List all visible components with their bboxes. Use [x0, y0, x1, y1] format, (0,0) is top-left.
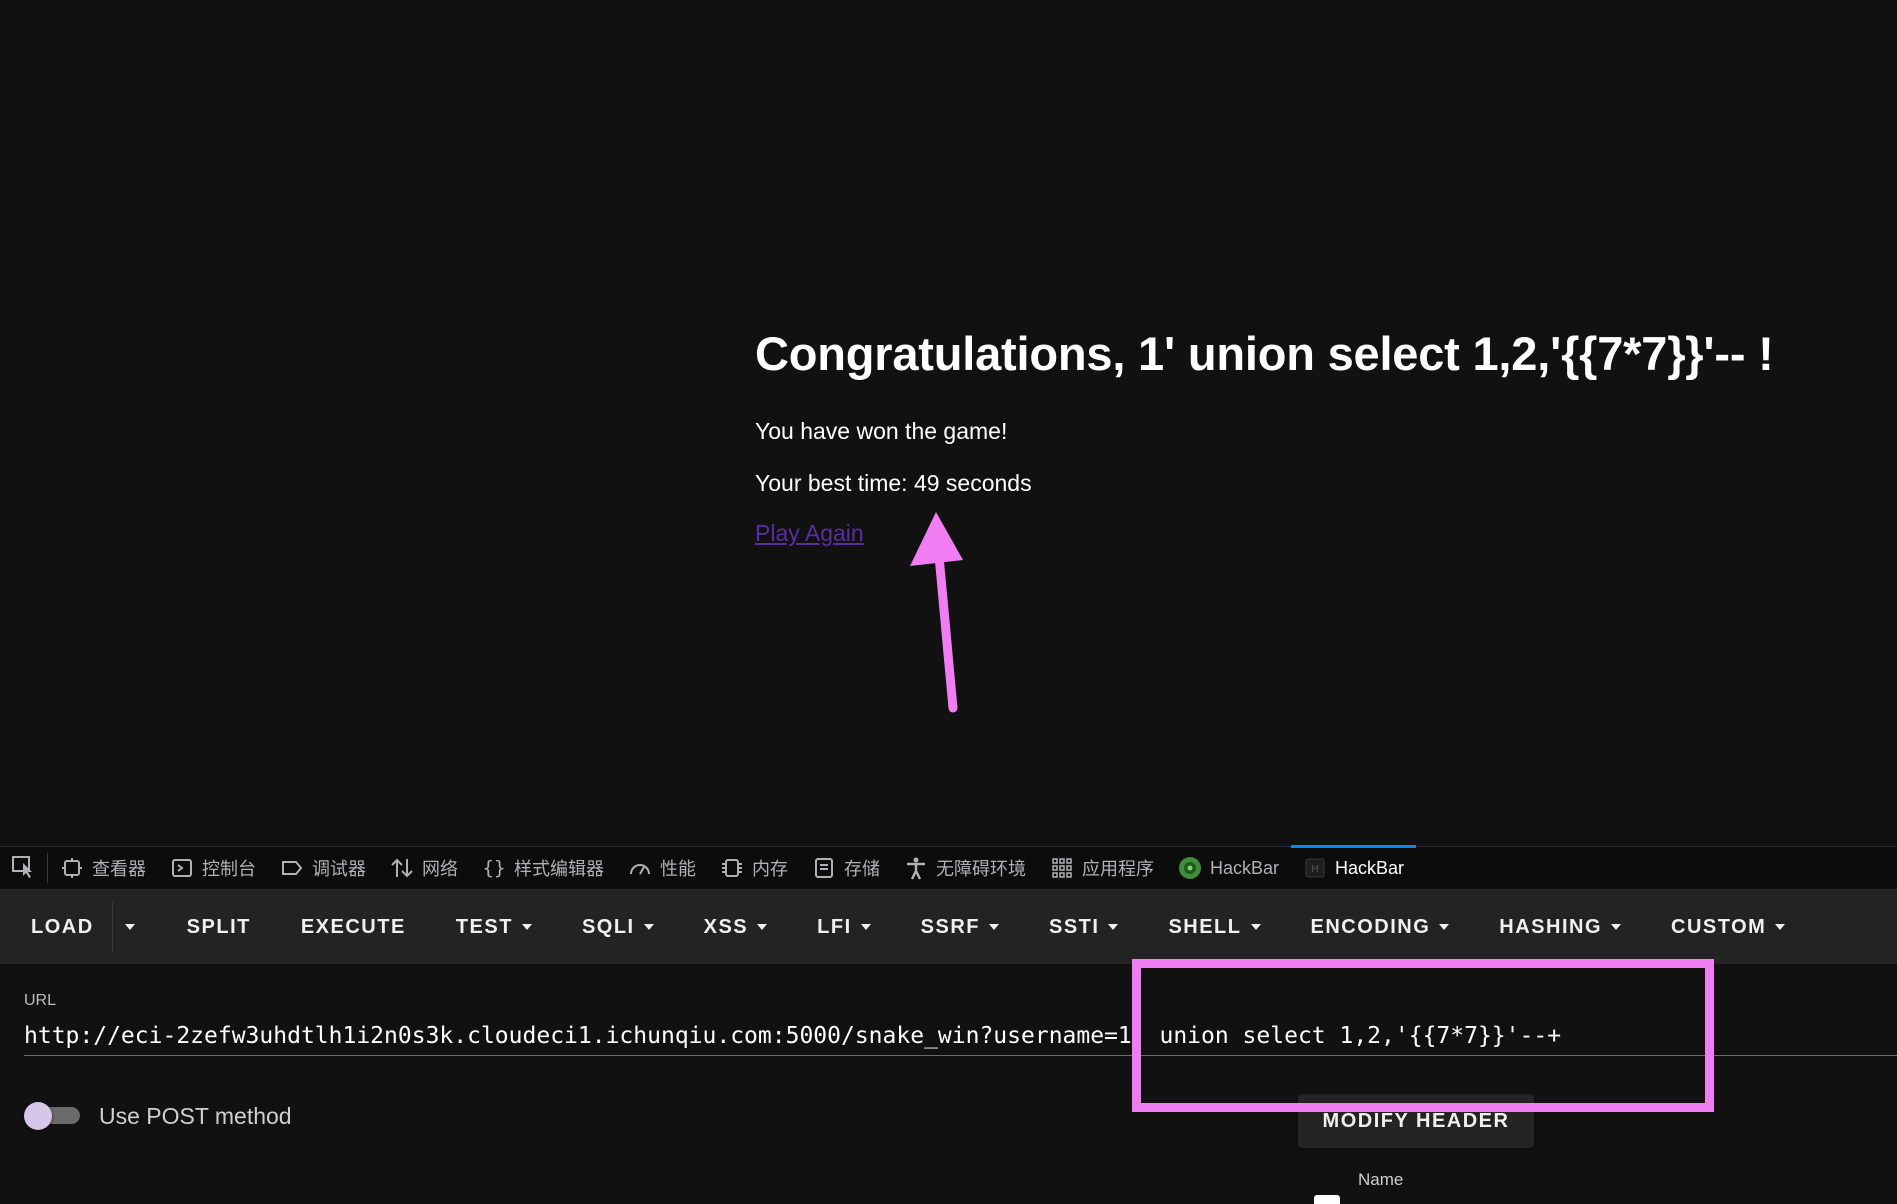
header-select-checkbox[interactable] — [1314, 1195, 1340, 1204]
test-menu-button[interactable]: TEST — [438, 890, 550, 964]
hackbar-toolbar: LOAD SPLIT EXECUTE TEST SQLI XSS LFI SSR… — [0, 890, 1897, 964]
chevron-down-icon — [860, 924, 871, 930]
sqli-menu-button[interactable]: SQLI — [564, 890, 672, 964]
ssti-menu-button[interactable]: SSTI — [1031, 890, 1136, 964]
tab-label: 性能 — [660, 859, 696, 879]
tab-label: 存储 — [844, 859, 880, 879]
storage-icon — [812, 856, 836, 880]
tab-label: 控制台 — [202, 859, 256, 879]
element-picker-button[interactable] — [0, 853, 48, 883]
tab-label: 网络 — [422, 859, 458, 879]
tab-label: 查看器 — [92, 859, 146, 879]
ssrf-menu-button[interactable]: SSRF — [903, 890, 1017, 964]
lfi-menu-button[interactable]: LFI — [799, 890, 889, 964]
tab-network[interactable]: 网络 — [378, 846, 470, 890]
tab-label: 内存 — [752, 859, 788, 879]
performance-icon — [628, 856, 652, 880]
tab-label: HackBar — [1210, 857, 1280, 878]
tab-label: 无障碍环境 — [936, 859, 1026, 879]
console-icon — [170, 856, 194, 880]
chevron-down-icon — [1250, 924, 1261, 930]
toggle-thumb — [24, 1102, 52, 1130]
web-content: Congratulations, 1' union select 1,2,'{{… — [0, 0, 1897, 846]
tab-performance[interactable]: 性能 — [616, 846, 708, 890]
style-editor-icon: {} — [482, 857, 506, 879]
network-icon — [390, 856, 414, 880]
tab-label: 应用程序 — [1082, 859, 1154, 879]
load-dropdown-button[interactable] — [111, 902, 147, 952]
tab-label: 样式编辑器 — [514, 859, 604, 879]
url-label: URL — [24, 992, 57, 1009]
chevron-down-icon — [643, 924, 654, 930]
custom-menu-button[interactable]: CUSTOM — [1653, 890, 1803, 964]
won-message: You have won the game! — [755, 418, 1008, 444]
tab-console[interactable]: 控制台 — [158, 846, 268, 890]
tab-inspector[interactable]: 查看器 — [48, 846, 158, 890]
play-again-link[interactable]: Play Again — [755, 520, 864, 547]
modify-header-button[interactable]: MODIFY HEADER — [1298, 1094, 1534, 1148]
browser-window: Congratulations, 1' union select 1,2,'{{… — [0, 0, 1897, 1204]
chevron-down-icon — [521, 924, 532, 930]
chevron-down-icon — [1775, 924, 1786, 930]
tab-style-editor[interactable]: {} 样式编辑器 — [470, 846, 616, 890]
chevron-down-icon — [757, 924, 768, 930]
tab-memory[interactable]: 内存 — [708, 846, 800, 890]
header-name-label: Name — [1358, 1170, 1404, 1189]
chevron-down-icon — [1108, 924, 1119, 930]
tab-hackbar-1[interactable]: HackBar — [1166, 846, 1291, 890]
chevron-down-icon — [1439, 924, 1450, 930]
execute-button[interactable]: EXECUTE — [283, 890, 424, 964]
accessibility-icon — [904, 856, 928, 880]
chevron-down-icon — [988, 924, 999, 930]
split-button[interactable]: SPLIT — [169, 890, 269, 964]
debugger-icon — [280, 856, 304, 880]
svg-text:H: H — [1311, 864, 1319, 875]
hashing-menu-button[interactable]: HASHING — [1481, 890, 1639, 964]
post-method-toggle[interactable] — [24, 1102, 80, 1130]
hackbar-green-icon — [1178, 856, 1202, 880]
load-button[interactable]: LOAD — [13, 890, 112, 964]
page-title: Congratulations, 1' union select 1,2,'{{… — [755, 327, 1774, 380]
encoding-menu-button[interactable]: ENCODING — [1293, 890, 1468, 964]
hackbar-dark-icon: H — [1303, 856, 1327, 880]
hackbar-body: URL http://eci-2zefw3uhdtlh1i2n0s3k.clou… — [0, 964, 1897, 1204]
tab-application[interactable]: 应用程序 — [1038, 846, 1166, 890]
tab-accessibility[interactable]: 无障碍环境 — [892, 846, 1038, 890]
post-method-label: Use POST method — [99, 1103, 292, 1129]
tab-debugger[interactable]: 调试器 — [268, 846, 378, 890]
devtools-tab-bar: 查看器 控制台 调试器 网络 {} 样式编辑器 性能 内存 存储 无障碍环境 应… — [0, 845, 1897, 890]
inspector-icon — [60, 856, 84, 880]
tab-label: HackBar — [1335, 857, 1405, 878]
tab-storage[interactable]: 存储 — [800, 846, 892, 890]
element-picker-icon — [11, 854, 37, 883]
chevron-down-icon — [124, 924, 135, 930]
application-icon — [1050, 856, 1074, 880]
chevron-down-icon — [1611, 924, 1622, 930]
best-time-message: Your best time: 49 seconds — [755, 470, 1032, 496]
xss-menu-button[interactable]: XSS — [686, 890, 786, 964]
tab-hackbar-2[interactable]: H HackBar — [1291, 845, 1417, 890]
url-input[interactable]: http://eci-2zefw3uhdtlh1i2n0s3k.cloudeci… — [24, 1016, 1897, 1056]
memory-icon — [720, 856, 744, 880]
tab-label: 调试器 — [312, 859, 366, 879]
shell-menu-button[interactable]: SHELL — [1150, 890, 1278, 964]
